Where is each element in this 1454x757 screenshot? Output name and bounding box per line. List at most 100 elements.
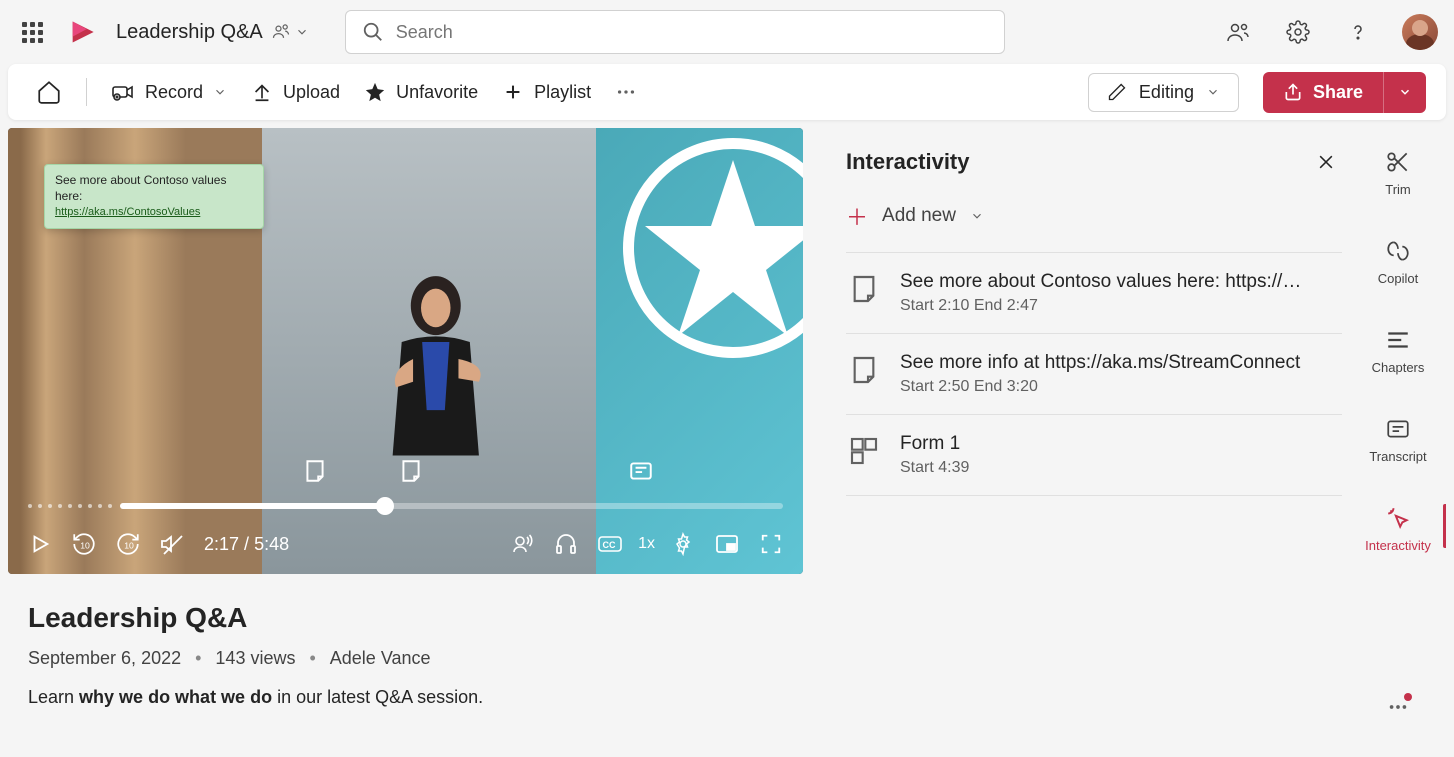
fullscreen-button[interactable]: [755, 528, 787, 560]
panel-close[interactable]: [1310, 146, 1342, 178]
add-new-label: Add new: [882, 205, 956, 227]
editing-mode-button[interactable]: Editing: [1088, 73, 1239, 112]
shared-indicator[interactable]: [271, 22, 309, 42]
share-button[interactable]: Share: [1263, 72, 1383, 113]
panel-title: Interactivity: [846, 149, 970, 175]
command-bar: Record Upload Unfavorite Playlist Editin…: [8, 64, 1446, 120]
rewind-icon: 10: [71, 531, 97, 557]
forward-10[interactable]: 10: [112, 528, 144, 560]
search-box[interactable]: [345, 10, 1005, 54]
gear-icon: [1286, 20, 1310, 44]
more-actions[interactable]: [607, 75, 645, 109]
stream-logo[interactable]: [68, 18, 96, 46]
voice-button[interactable]: [506, 528, 538, 560]
chevron-down-icon: [1206, 85, 1220, 99]
doc-title: Leadership Q&A: [116, 21, 263, 44]
app-header: Leadership Q&A: [0, 0, 1454, 64]
rail-trim[interactable]: Trim: [1350, 138, 1446, 207]
interactivity-timing: Start 2:50 End 3:20: [900, 378, 1342, 396]
video-description: Learn why we do what we do in our latest…: [28, 687, 802, 708]
unfavorite-label: Unfavorite: [396, 82, 478, 103]
mute-button[interactable]: [156, 528, 188, 560]
more-icon: [615, 81, 637, 103]
unfavorite-button[interactable]: Unfavorite: [356, 75, 486, 109]
interactivity-item[interactable]: Form 1 Start 4:39: [846, 415, 1342, 496]
main-content: See more about Contoso values here: http…: [0, 128, 1454, 757]
close-icon: [1316, 152, 1336, 172]
right-rail: Trim Copilot Chapters Transcript Interac…: [1350, 128, 1446, 757]
progress-thumb[interactable]: [376, 497, 394, 515]
interactivity-timing: Start 2:10 End 2:47: [900, 297, 1342, 315]
settings[interactable]: [1278, 12, 1318, 52]
note-marker-1[interactable]: [302, 458, 328, 484]
meet-now-icon: [1226, 20, 1250, 44]
form-marker[interactable]: [628, 458, 654, 484]
interactivity-item[interactable]: See more info at https://aka.ms/StreamCo…: [846, 334, 1342, 415]
share-button-group: Share: [1263, 72, 1426, 113]
rail-more[interactable]: [1378, 687, 1418, 727]
playlist-label: Playlist: [534, 82, 591, 103]
progress-track[interactable]: [120, 503, 783, 509]
pencil-icon: [1107, 82, 1127, 102]
upload-label: Upload: [283, 82, 340, 103]
star-graphic: [623, 138, 803, 358]
rail-transcript[interactable]: Transcript: [1350, 405, 1446, 474]
help-icon: [1346, 20, 1370, 44]
callout-text: See more about Contoso values here:: [55, 173, 253, 204]
app-launcher[interactable]: [16, 16, 48, 48]
play-icon: [29, 533, 51, 555]
help[interactable]: [1338, 12, 1378, 52]
star-filled-icon: [364, 81, 386, 103]
playlist-button[interactable]: Playlist: [494, 75, 599, 109]
audio-button[interactable]: [550, 528, 582, 560]
interactivity-item[interactable]: See more about Contoso values here: http…: [846, 253, 1342, 334]
note-icon: [398, 458, 424, 484]
left-column: See more about Contoso values here: http…: [8, 128, 822, 757]
rail-chapters[interactable]: Chapters: [1350, 316, 1446, 385]
record-button[interactable]: Record: [103, 74, 235, 110]
video-player[interactable]: See more about Contoso values here: http…: [8, 128, 803, 574]
editing-label: Editing: [1139, 82, 1194, 103]
share-chevron[interactable]: [1383, 72, 1426, 113]
interactivity-title: See more about Contoso values here: http…: [900, 271, 1342, 293]
form-icon: [846, 433, 882, 469]
rewind-10[interactable]: 10: [68, 528, 100, 560]
pip-button[interactable]: [711, 528, 743, 560]
settings-gear[interactable]: [667, 528, 699, 560]
callout-link[interactable]: https://aka.ms/ContosoValues: [55, 206, 200, 218]
note-icon: [302, 458, 328, 484]
user-avatar[interactable]: [1402, 14, 1438, 50]
record-icon: [111, 80, 135, 104]
video-title: Leadership Q&A: [28, 602, 802, 634]
add-new-button[interactable]: ＋ Add new: [846, 190, 1342, 253]
cc-button[interactable]: CC: [594, 528, 626, 560]
rail-copilot[interactable]: Copilot: [1350, 227, 1446, 296]
people-icon: [271, 22, 291, 42]
chevron-down-icon: [970, 209, 984, 223]
meta-author: Adele Vance: [330, 648, 431, 669]
scissors-icon: [1384, 148, 1412, 176]
panel-header: Interactivity: [846, 146, 1342, 178]
note-icon: [846, 271, 882, 307]
copilot-icon: [1384, 237, 1412, 265]
search-input[interactable]: [396, 22, 988, 43]
teams-share[interactable]: [1218, 12, 1258, 52]
notification-dot: [1404, 693, 1412, 701]
plus-icon: ＋: [846, 200, 868, 232]
plus-icon: [502, 81, 524, 103]
callout-annotation[interactable]: See more about Contoso values here: http…: [44, 164, 264, 229]
upload-button[interactable]: Upload: [243, 75, 348, 109]
meta-views: 143 views: [215, 648, 295, 669]
rail-interactivity[interactable]: Interactivity: [1350, 494, 1446, 563]
divider: [86, 78, 87, 106]
home-button[interactable]: [28, 73, 70, 111]
voice-icon: [510, 532, 534, 556]
playback-speed[interactable]: 1x: [638, 535, 655, 553]
gear-icon: [671, 532, 695, 556]
time-current: 2:17: [204, 534, 239, 554]
time-total: 5:48: [254, 534, 289, 554]
note-marker-2[interactable]: [398, 458, 424, 484]
forward-icon: 10: [115, 531, 141, 557]
rail-label: Copilot: [1378, 271, 1418, 286]
play-button[interactable]: [24, 528, 56, 560]
